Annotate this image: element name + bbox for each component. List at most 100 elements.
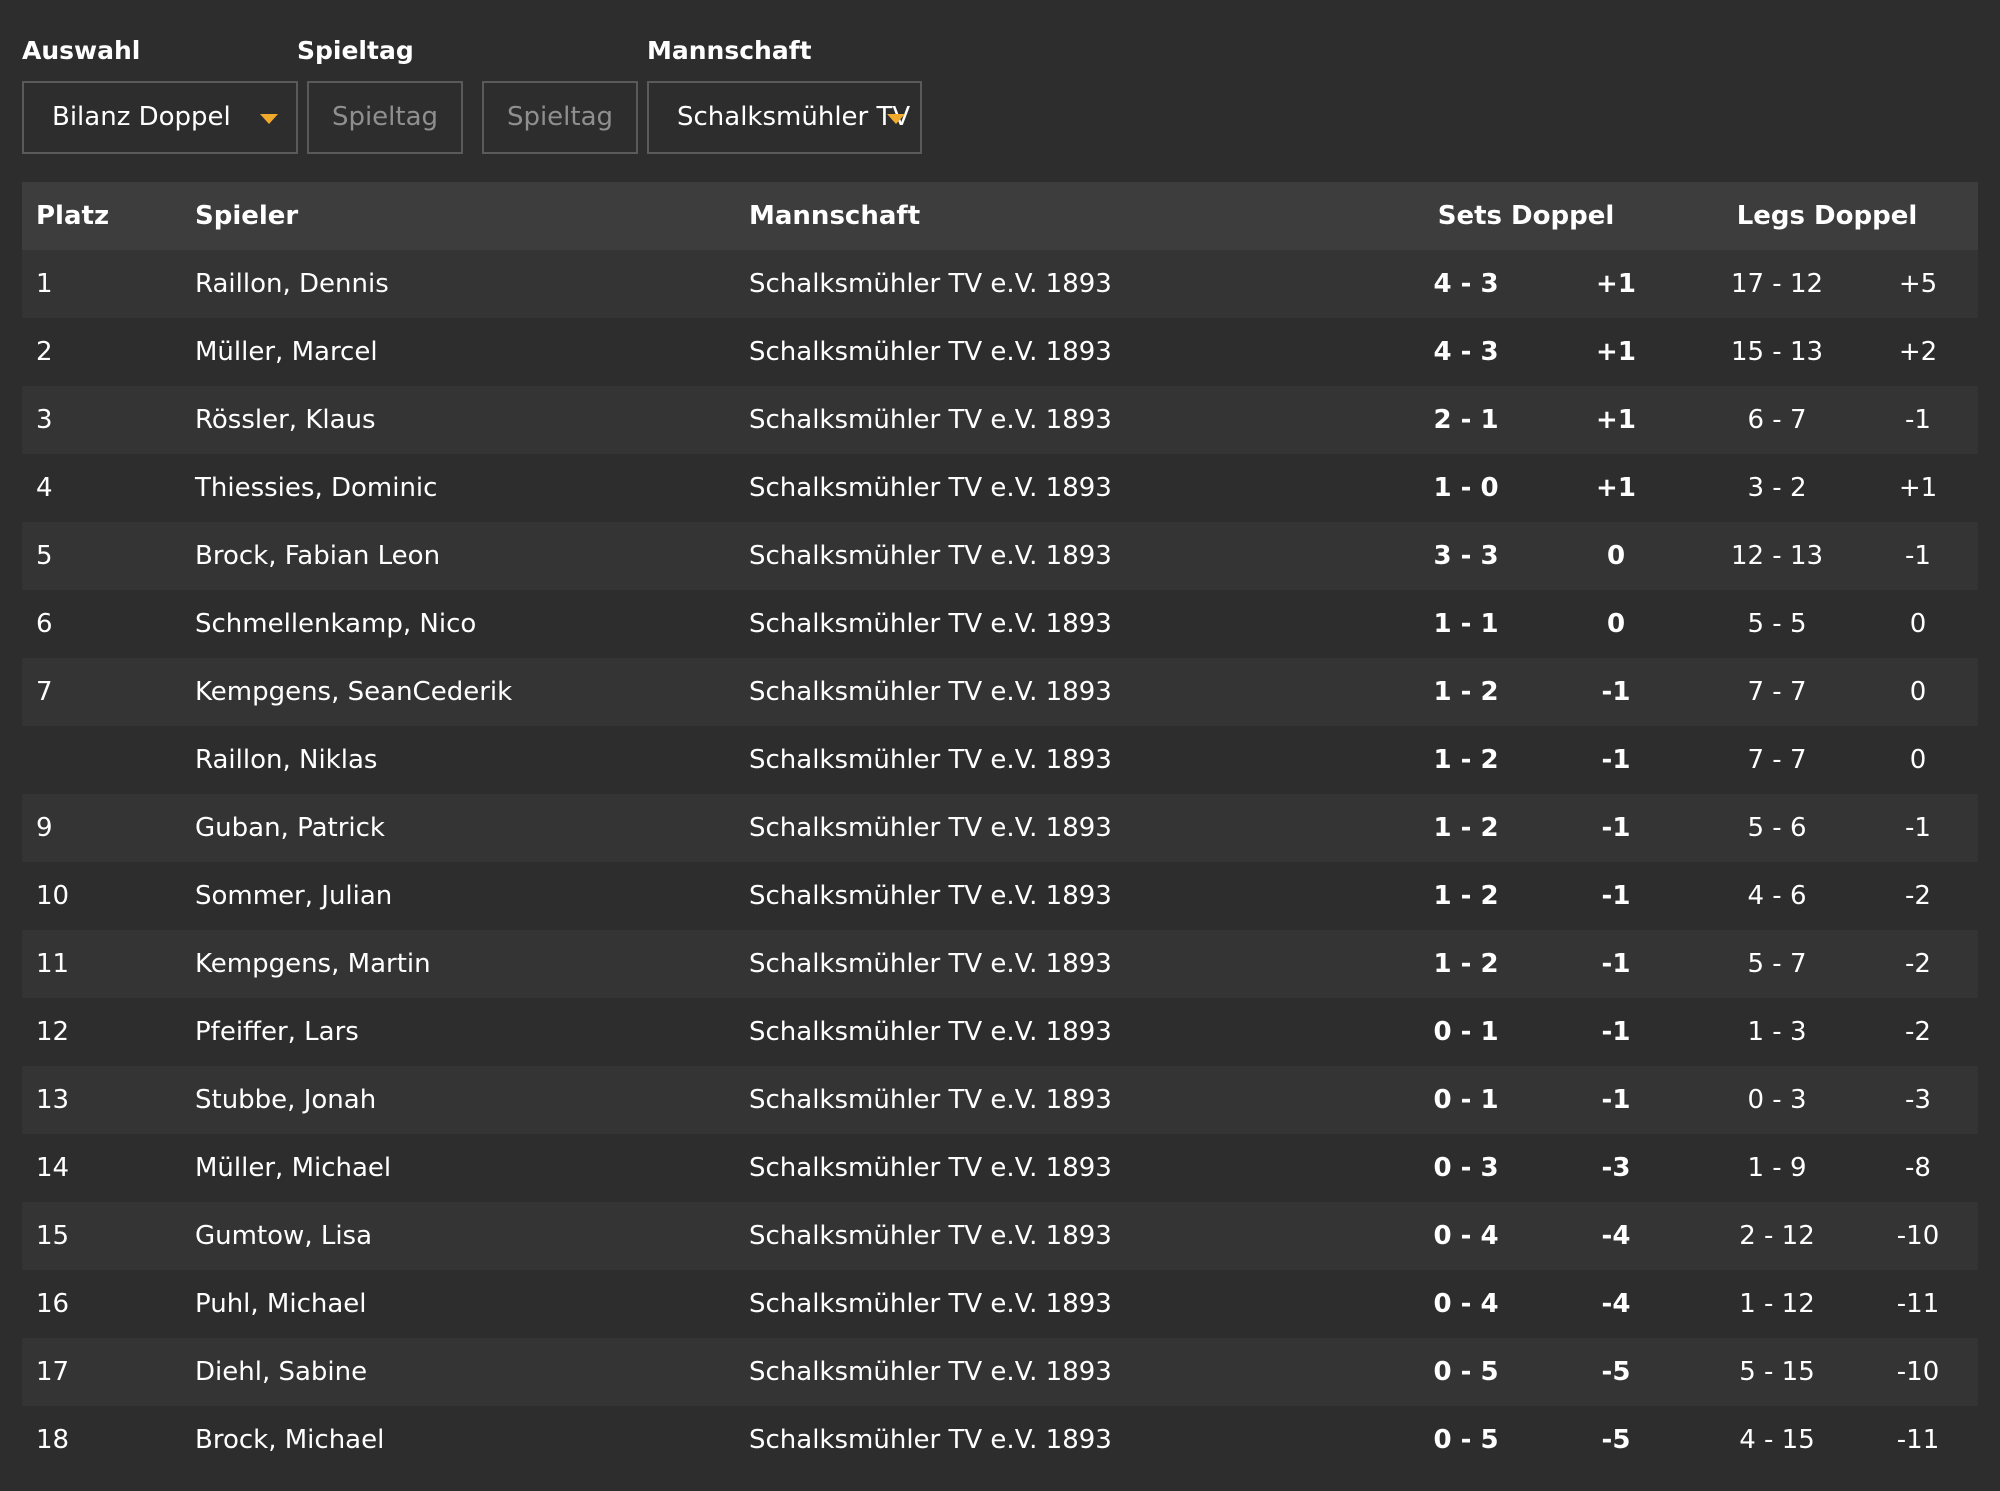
legs-difference: -1 — [1905, 813, 1931, 843]
sets-difference: +1 — [1596, 405, 1636, 435]
legs-difference: -11 — [1896, 1425, 1940, 1455]
spieltag-from-placeholder: Spieltag — [331, 102, 439, 132]
rank-cell: 14 — [36, 1153, 70, 1183]
legs-difference: -10 — [1896, 1357, 1940, 1387]
rank-cell: 18 — [36, 1425, 70, 1455]
sets-score: 1 - 2 — [1433, 813, 1499, 843]
rank-cell: 15 — [36, 1221, 70, 1251]
sets-difference: -1 — [1601, 949, 1631, 979]
header-team[interactable]: Mannschaft — [749, 182, 920, 250]
mannschaft-select[interactable]: Schalksmühler TV — [647, 81, 922, 154]
table-body: 1 Raillon, Dennis Schalksmühler TV e.V. 18… — [22, 250, 1978, 1474]
auswahl-label: Auswahl — [22, 36, 141, 65]
spieltag-to-field[interactable]: Spieltag — [482, 81, 638, 154]
legs-difference: 0 — [1909, 609, 1927, 639]
table-row: 11 Kempgens, Martin Schalksmühler TV e.V. … — [22, 930, 1978, 998]
legs-score: 5 - 5 — [1747, 609, 1807, 639]
mannschaft-label: Mannschaft — [647, 36, 812, 65]
legs-score: 17 - 12 — [1730, 269, 1824, 299]
team-name: Schalksmühler TV e.V. 1893 — [749, 1357, 1112, 1387]
legs-score: 1 - 9 — [1747, 1153, 1807, 1183]
team-name: Schalksmühler TV e.V. 1893 — [749, 405, 1112, 435]
team-name: Schalksmühler TV e.V. 1893 — [749, 1221, 1112, 1251]
rank-cell: 10 — [36, 881, 70, 911]
legs-difference: -3 — [1905, 1085, 1931, 1115]
legs-difference: -2 — [1905, 1017, 1931, 1047]
table-row: 3 Rössler, Klaus Schalksmühler TV e.V. 189… — [22, 386, 1978, 454]
legs-score: 1 - 3 — [1747, 1017, 1807, 1047]
table-row: 18 Brock, Michael Schalksmühler TV e.V. 18… — [22, 1406, 1978, 1474]
player-name: Kempgens, Martin — [195, 949, 431, 979]
rank-cell: 4 — [36, 473, 53, 503]
sets-difference: -1 — [1601, 813, 1631, 843]
spieltag-from-field[interactable]: Spieltag — [307, 81, 463, 154]
table-row: 6 Schmellenkamp, Nico Schalksmühler TV e.V… — [22, 590, 1978, 658]
legs-score: 4 - 15 — [1739, 1425, 1815, 1455]
legs-difference: +2 — [1898, 337, 1938, 367]
team-name: Schalksmühler TV e.V. 1893 — [749, 1085, 1112, 1115]
rank-cell: 13 — [36, 1085, 70, 1115]
legs-score: 3 - 2 — [1747, 473, 1807, 503]
legs-difference: -1 — [1905, 405, 1931, 435]
sets-score: 1 - 1 — [1433, 609, 1499, 639]
table-row: Raillon, Niklas Schalksmühler TV e.V. 189… — [22, 726, 1978, 794]
sets-score: 2 - 1 — [1433, 405, 1499, 435]
table-row: 9 Guban, Patrick Schalksmühler TV e.V. 189… — [22, 794, 1978, 862]
table-row: 7 Kempgens, SeanCederik Schalksmühler TV e… — [22, 658, 1978, 726]
sets-difference: -1 — [1601, 677, 1631, 707]
sets-score: 1 - 2 — [1433, 949, 1499, 979]
legs-difference: 0 — [1909, 677, 1927, 707]
header-sets-doppel[interactable]: Sets Doppel — [1396, 182, 1656, 250]
sets-score: 0 - 3 — [1433, 1153, 1499, 1183]
sets-difference: -5 — [1601, 1357, 1631, 1387]
player-name: Diehl, Sabine — [195, 1357, 368, 1387]
sets-difference: -1 — [1601, 881, 1631, 911]
rank-cell: 2 — [36, 337, 53, 367]
sets-difference: +1 — [1596, 269, 1636, 299]
sets-score: 1 - 2 — [1433, 881, 1499, 911]
legs-difference: +5 — [1898, 269, 1938, 299]
header-player[interactable]: Spieler — [195, 182, 298, 250]
player-name: Brock, Michael — [195, 1425, 385, 1455]
table-row: 2 Müller, Marcel Schalksmühler TV e.V. 189… — [22, 318, 1978, 386]
sets-difference: 0 — [1606, 609, 1626, 639]
table-row: 13 Stubbe, Jonah Schalksmühler TV e.V. 189… — [22, 1066, 1978, 1134]
sets-score: 3 - 3 — [1433, 541, 1499, 571]
sets-difference: +1 — [1596, 473, 1636, 503]
header-legs-doppel[interactable]: Legs Doppel — [1687, 182, 1967, 250]
sets-score: 0 - 5 — [1433, 1357, 1499, 1387]
sets-difference: -1 — [1601, 1017, 1631, 1047]
legs-score: 15 - 13 — [1730, 337, 1824, 367]
rank-cell: 12 — [36, 1017, 70, 1047]
header-rank[interactable]: Platz — [36, 182, 109, 250]
table-row: 1 Raillon, Dennis Schalksmühler TV e.V. 18… — [22, 250, 1978, 318]
sets-score: 0 - 4 — [1433, 1221, 1499, 1251]
rank-cell: 7 — [36, 677, 53, 707]
auswahl-select[interactable]: Bilanz Doppel — [22, 81, 298, 154]
chevron-down-icon — [260, 114, 278, 124]
legs-score: 1 - 12 — [1739, 1289, 1815, 1319]
sets-difference: -4 — [1601, 1221, 1631, 1251]
sets-difference: -1 — [1601, 1085, 1631, 1115]
table-row: 5 Brock, Fabian Leon Schalksmühler TV e.V.… — [22, 522, 1978, 590]
team-name: Schalksmühler TV e.V. 1893 — [749, 1425, 1112, 1455]
player-name: Rössler, Klaus — [195, 405, 376, 435]
player-name: Brock, Fabian Leon — [195, 541, 441, 571]
player-name: Raillon, Niklas — [195, 745, 378, 775]
table-row: 12 Pfeiffer, Lars Schalksmühler TV e.V. 18… — [22, 998, 1978, 1066]
team-name: Schalksmühler TV e.V. 1893 — [749, 269, 1112, 299]
sets-difference: 0 — [1606, 541, 1626, 571]
rank-cell: 3 — [36, 405, 53, 435]
player-name: Thiessies, Dominic — [195, 473, 438, 503]
legs-difference: -8 — [1905, 1153, 1931, 1183]
player-name: Stubbe, Jonah — [195, 1085, 377, 1115]
table-row: 16 Puhl, Michael Schalksmühler TV e.V. 189… — [22, 1270, 1978, 1338]
sets-score: 0 - 4 — [1433, 1289, 1499, 1319]
player-name: Guban, Patrick — [195, 813, 385, 843]
legs-score: 5 - 15 — [1739, 1357, 1815, 1387]
legs-score: 7 - 7 — [1747, 745, 1807, 775]
team-name: Schalksmühler TV e.V. 1893 — [749, 1289, 1112, 1319]
sets-score: 0 - 5 — [1433, 1425, 1499, 1455]
legs-difference: -2 — [1905, 881, 1931, 911]
team-name: Schalksmühler TV e.V. 1893 — [749, 1153, 1112, 1183]
